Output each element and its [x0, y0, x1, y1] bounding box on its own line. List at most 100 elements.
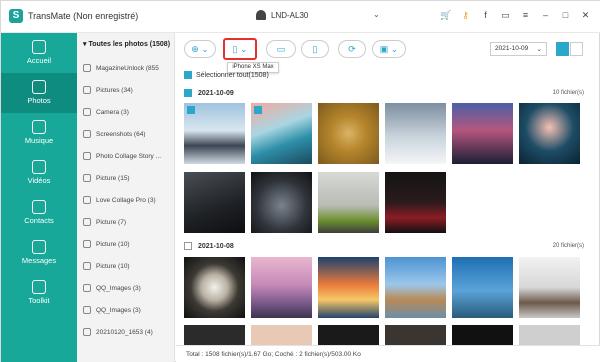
- photo-thumbnail[interactable]: [184, 103, 245, 164]
- close-icon[interactable]: ✕: [580, 10, 591, 21]
- photo-thumbnail[interactable]: [318, 103, 379, 164]
- photo-thumbnail[interactable]: [519, 325, 580, 345]
- album-item[interactable]: Camera (3): [83, 101, 174, 123]
- photo-thumbnail[interactable]: [452, 103, 513, 164]
- photo-thumbnail[interactable]: [519, 257, 580, 318]
- messages-icon: [32, 240, 46, 254]
- minimize-icon[interactable]: –: [540, 10, 551, 21]
- photo-thumbnail[interactable]: [452, 325, 513, 345]
- device-name: LND-AL30: [271, 10, 309, 20]
- photo-thumbnail[interactable]: [385, 172, 446, 233]
- title-bar-icons: 🛒 ⚷ f ▭ ≡ – □ ✕: [440, 10, 591, 21]
- album-item[interactable]: Photo Collage Story ...: [83, 145, 174, 167]
- album-header-label: Toutes les photos (1508): [88, 41, 171, 48]
- album-item[interactable]: MagazineUnlock (855: [83, 57, 174, 79]
- album-label: Photo Collage Story ...: [96, 152, 162, 160]
- video-icon: [32, 160, 46, 174]
- date-select[interactable]: 2021-10-09 ⌄: [490, 42, 547, 56]
- menu-icon[interactable]: ≡: [520, 10, 531, 21]
- album-label: Camera (3): [96, 108, 129, 116]
- export-to-pc-button[interactable]: ▭: [266, 40, 296, 58]
- album-item[interactable]: Picture (10): [83, 233, 174, 255]
- photo-thumbnail[interactable]: [251, 172, 312, 233]
- album-item[interactable]: QQ_Images (3): [83, 299, 174, 321]
- monitor-icon: ▭: [276, 43, 286, 54]
- date-group-header: 2021-10-09 10 fichier(s): [184, 87, 584, 99]
- select-all-label: Sélectionner tout(1508): [196, 71, 269, 79]
- briefcase-icon: ▣ ⌄: [379, 43, 399, 54]
- toolbox-button[interactable]: ▣ ⌄: [372, 40, 406, 58]
- nav-item-accueil[interactable]: Accueil: [1, 33, 77, 73]
- image-icon: [83, 218, 91, 226]
- album-item[interactable]: Love Collage Pro (3): [83, 189, 174, 211]
- album-label: Love Collage Pro (3): [96, 196, 156, 204]
- nav-label: Toolkit: [28, 296, 50, 305]
- trash-icon: ▯: [312, 43, 318, 54]
- photo-thumbnail[interactable]: [318, 257, 379, 318]
- album-item[interactable]: 20210120_1653 (4): [83, 321, 174, 343]
- photo-thumbnail[interactable]: [385, 103, 446, 164]
- chevron-down-icon: ⌄: [373, 10, 380, 19]
- photo-thumbnail[interactable]: [184, 325, 245, 345]
- photo-thumbnail[interactable]: [251, 257, 312, 318]
- add-button[interactable]: ⊕ ⌄: [184, 40, 216, 58]
- title-bar: S TransMate (Non enregistré) LND-AL30 ⌄ …: [1, 1, 600, 33]
- album-list-header[interactable]: ▾ Toutes les photos (1508): [77, 33, 174, 55]
- list-view-button[interactable]: [570, 42, 583, 56]
- album-item[interactable]: Picture (7): [83, 211, 174, 233]
- app-window: S TransMate (Non enregistré) LND-AL30 ⌄ …: [0, 0, 600, 362]
- group-checkbox[interactable]: [184, 89, 192, 97]
- photo-thumbnail[interactable]: [385, 257, 446, 318]
- app-title: TransMate (Non enregistré): [28, 11, 139, 21]
- nav-item-photos[interactable]: Photos: [1, 73, 77, 113]
- album-label: Picture (10): [96, 262, 130, 270]
- nav-item-videos[interactable]: Vidéos: [1, 153, 77, 193]
- nav-item-musique[interactable]: Musique: [1, 113, 77, 153]
- photo-thumbnail[interactable]: [184, 172, 245, 233]
- select-all[interactable]: Sélectionner tout(1508): [184, 71, 269, 79]
- album-item[interactable]: QQ_Images (3): [83, 277, 174, 299]
- toolbar: ⊕ ⌄ ▯ ⌄ ▭ ▯ ⟳ ▣ ⌄ iPhone XS Max 2021-10-…: [176, 33, 600, 73]
- maximize-icon[interactable]: □: [560, 10, 571, 21]
- photo-thumbnail[interactable]: [452, 257, 513, 318]
- photo-thumbnail[interactable]: [251, 103, 312, 164]
- photo-checkbox[interactable]: [187, 106, 195, 114]
- photo-checkbox[interactable]: [254, 106, 262, 114]
- album-item[interactable]: Pictures (34): [83, 79, 174, 101]
- album-label: QQ_Images (3): [96, 284, 141, 292]
- delete-button[interactable]: ▯: [301, 40, 329, 58]
- key-icon[interactable]: ⚷: [460, 10, 471, 21]
- photo-thumbnail[interactable]: [318, 325, 379, 345]
- facebook-icon[interactable]: f: [480, 10, 491, 21]
- nav-item-contacts[interactable]: Contacts: [1, 193, 77, 233]
- nav-item-messages[interactable]: Messages: [1, 233, 77, 273]
- refresh-button[interactable]: ⟳: [338, 40, 366, 58]
- photo-thumbnail[interactable]: [519, 103, 580, 164]
- grid-view-button[interactable]: [556, 42, 569, 56]
- album-label: Picture (10): [96, 240, 130, 248]
- refresh-icon: ⟳: [348, 43, 356, 54]
- cart-icon[interactable]: 🛒: [440, 10, 451, 21]
- toolkit-icon: [32, 280, 46, 294]
- album-label: Pictures (34): [96, 86, 133, 94]
- album-label: Picture (15): [96, 174, 130, 182]
- photo-thumbnail[interactable]: [385, 325, 446, 345]
- image-icon: [83, 262, 91, 270]
- export-to-device-button[interactable]: ▯ ⌄: [223, 38, 257, 60]
- nav-label: Accueil: [26, 56, 52, 65]
- album-item[interactable]: Picture (10): [83, 255, 174, 277]
- group-checkbox[interactable]: [184, 242, 192, 250]
- home-icon: [32, 40, 46, 54]
- photo-thumbnail[interactable]: [184, 257, 245, 318]
- photo-thumbnail[interactable]: [251, 325, 312, 345]
- chat-icon[interactable]: ▭: [500, 10, 511, 21]
- image-icon: [83, 196, 91, 204]
- select-all-checkbox[interactable]: [184, 71, 192, 79]
- nav-item-toolkit[interactable]: Toolkit: [1, 273, 77, 313]
- photo-thumbnail[interactable]: [318, 172, 379, 233]
- album-label: Screenshots (64): [96, 130, 146, 138]
- device-selector[interactable]: LND-AL30 ⌄: [256, 10, 380, 20]
- album-item[interactable]: Picture (15): [83, 167, 174, 189]
- album-item[interactable]: Screenshots (64): [83, 123, 174, 145]
- phone-export-icon: ▯ ⌄: [232, 43, 248, 54]
